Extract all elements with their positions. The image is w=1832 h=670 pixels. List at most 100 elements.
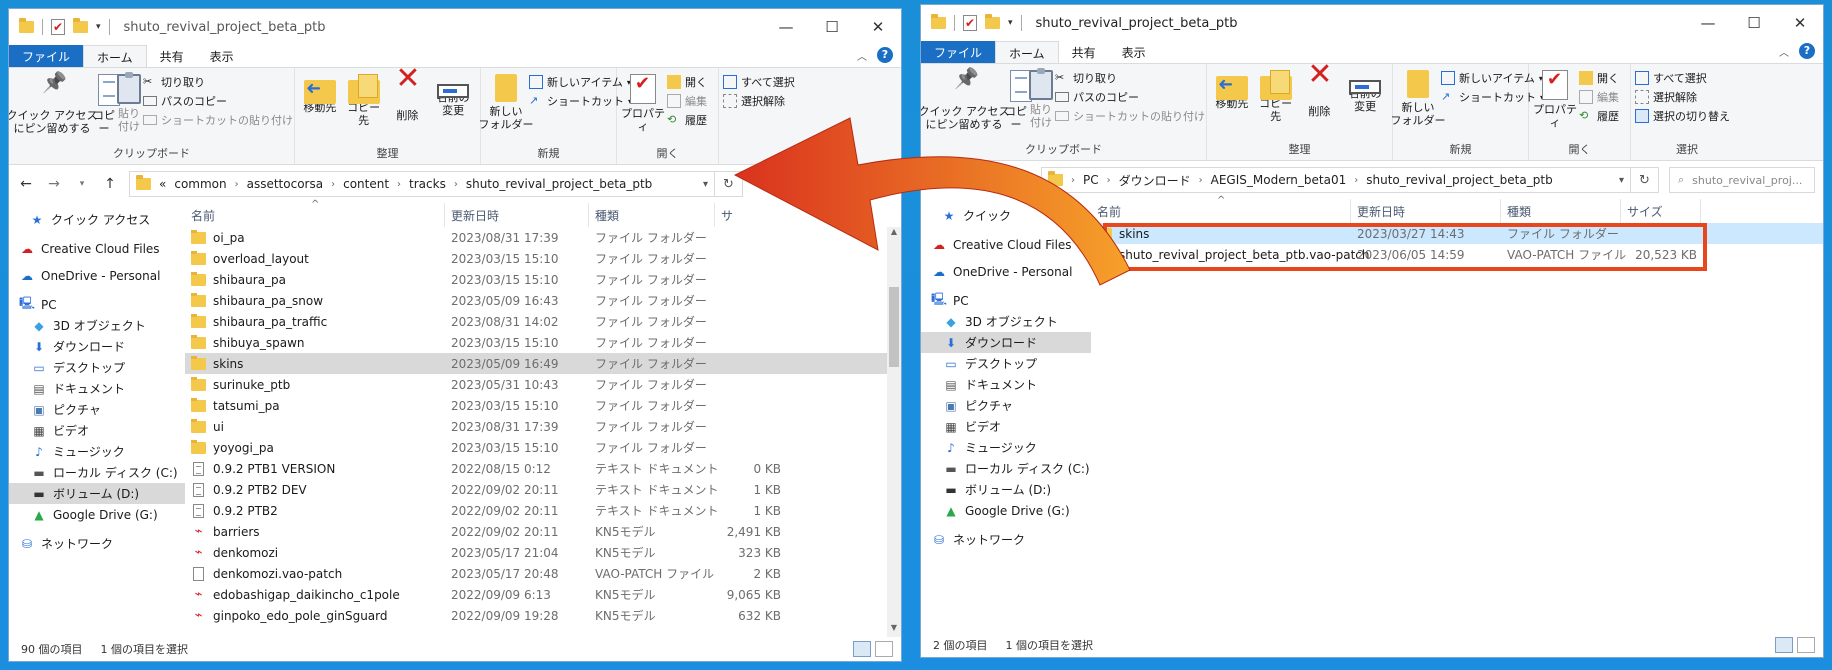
nav-item[interactable]: ⛁ ネットワーク	[9, 533, 185, 554]
details-view-icon[interactable]	[1775, 637, 1793, 653]
table-row[interactable]: ⌁ edobashigap_daikincho_c1pole 2022/09/09 …	[185, 584, 901, 605]
column-type[interactable]: 種類	[589, 203, 715, 227]
select-all-button[interactable]: すべて選択	[1635, 70, 1730, 86]
table-row[interactable]: surinuke_ptb 2023/05/31 10:43 ファイル フォルダー	[185, 374, 901, 395]
search-box[interactable]: ⌕ shuto_revival_proj...	[1669, 167, 1815, 193]
tab-home[interactable]: ホーム	[995, 41, 1059, 63]
breadcrumb-item[interactable]: shuto_revival_project_beta_ptb	[1366, 173, 1552, 187]
table-row[interactable]: ui 2023/08/31 17:39 ファイル フォルダー	[185, 416, 901, 437]
nav-item[interactable]: ☁ Creative Cloud Files	[9, 238, 185, 259]
breadcrumb-item[interactable]: shuto_revival_project_beta_ptb	[466, 177, 652, 191]
history-button[interactable]: ⟲ 履歴	[667, 112, 707, 128]
refresh-icon[interactable]: ↻	[1630, 168, 1658, 192]
address-bar[interactable]: › PC › ダウンロード › AEGIS_Modern_beta01 › sh…	[1041, 167, 1659, 193]
refresh-icon[interactable]: ↻	[714, 172, 742, 196]
close-icon[interactable]: ✕	[855, 9, 901, 45]
chevron-up-icon[interactable]: ︿	[1779, 44, 1789, 59]
nav-item[interactable]: ▬ ボリューム (D:)	[921, 479, 1091, 500]
scroll-thumb[interactable]	[889, 287, 899, 367]
tab-share[interactable]: 共有	[147, 45, 197, 67]
nav-item[interactable]: ♪ ミュージック	[921, 437, 1091, 458]
tab-view[interactable]: 表示	[197, 45, 247, 67]
large-icons-view-icon[interactable]	[875, 641, 893, 657]
copy-path-button[interactable]: パスのコピー	[1055, 89, 1205, 105]
breadcrumb-item[interactable]: content	[343, 177, 389, 191]
tab-home[interactable]: ホーム	[83, 45, 147, 67]
tab-file[interactable]: ファイル	[9, 45, 84, 67]
minimize-icon[interactable]: —	[763, 9, 809, 45]
nav-item[interactable]: ▬ ボリューム (D:)	[9, 483, 185, 504]
address-bar[interactable]: « common › assettocorsa › content › trac…	[129, 171, 743, 197]
back-icon[interactable]: ←	[17, 176, 35, 192]
nav-item[interactable]: ⬇ ダウンロード	[9, 336, 185, 357]
table-row[interactable]: shibuya_spawn 2023/03/15 15:10 ファイル フォルダー	[185, 332, 901, 353]
nav-item[interactable]: ⬇ ダウンロード	[921, 332, 1091, 353]
breadcrumb-item[interactable]: AEGIS_Modern_beta01	[1211, 173, 1347, 187]
table-row[interactable]: shibaura_pa 2023/03/15 15:10 ファイル フォルダー	[185, 269, 901, 290]
nav-item[interactable]: ☁ OneDrive - Personal	[921, 261, 1091, 282]
properties-quick-icon[interactable]: ✔	[963, 15, 977, 31]
chevron-right-icon[interactable]: ›	[1107, 175, 1111, 186]
maximize-icon[interactable]: ☐	[1731, 5, 1777, 41]
cut-button[interactable]: ✂ 切り取り	[1055, 70, 1205, 86]
properties-quick-icon[interactable]: ✔	[51, 19, 65, 35]
table-row[interactable]: ⌁ barriers 2022/09/02 20:11 KN5モデル 2,491 KB	[185, 521, 901, 542]
table-row[interactable]: denkomozi.vao-patch 2023/05/17 20:48 VAO-P…	[185, 563, 901, 584]
paste-shortcut-button[interactable]: ショートカットの貼り付け	[1055, 108, 1205, 124]
forward-icon[interactable]: →	[45, 176, 63, 192]
table-row[interactable]: yoyogi_pa 2023/03/15 15:10 ファイル フォルダー	[185, 437, 901, 458]
chevron-right-icon[interactable]: ›	[331, 179, 335, 190]
nav-item[interactable]: ▤ ドキュメント	[921, 374, 1091, 395]
table-row[interactable]: shibaura_pa_snow 2023/05/09 16:43 ファイル フォル…	[185, 290, 901, 311]
breadcrumb-item[interactable]: PC	[1083, 173, 1099, 187]
chevron-right-icon[interactable]: ›	[235, 179, 239, 190]
table-row[interactable]: oi_pa 2023/08/31 17:39 ファイル フォルダー	[185, 227, 901, 248]
cut-button[interactable]: ✂ 切り取り	[143, 74, 293, 90]
nav-item[interactable]: ▤ ドキュメント	[9, 378, 185, 399]
forward-icon[interactable]: →	[957, 172, 975, 188]
new-folder-quick-icon[interactable]	[73, 18, 88, 33]
nav-item[interactable]: ▬ ローカル ディスク (C:)	[921, 458, 1091, 479]
table-row[interactable]: tatsumi_pa 2023/03/15 15:10 ファイル フォルダー	[185, 395, 901, 416]
nav-item[interactable]: ⛁ ネットワーク	[921, 529, 1091, 550]
table-row[interactable]: shibaura_pa_traffic 2023/08/31 14:02 ファイル …	[185, 311, 901, 332]
column-size[interactable]: サイズ	[1621, 199, 1701, 223]
vertical-scrollbar[interactable]: ▲ ▼	[887, 227, 901, 637]
minimize-icon[interactable]: —	[1685, 5, 1731, 41]
table-row[interactable]: skins 2023/05/09 16:49 ファイル フォルダー	[185, 353, 901, 374]
up-icon[interactable]: ↑	[101, 176, 119, 192]
table-row[interactable]: 0.9.2 PTB2 2022/09/02 20:11 テキスト ドキュメント 1 K…	[185, 500, 901, 521]
chevron-right-icon[interactable]: ›	[1354, 175, 1358, 186]
chevron-right-icon[interactable]: ›	[454, 179, 458, 190]
close-icon[interactable]: ✕	[1777, 5, 1823, 41]
chevron-down-icon[interactable]: ▾	[1619, 175, 1624, 186]
nav-item[interactable]: ▭ デスクトップ	[921, 353, 1091, 374]
paste-shortcut-button[interactable]: ショートカットの貼り付け	[143, 112, 293, 128]
details-view-icon[interactable]	[853, 641, 871, 657]
breadcrumb-item[interactable]: tracks	[409, 177, 446, 191]
breadcrumb-item[interactable]: ダウンロード	[1119, 172, 1191, 189]
nav-item[interactable]: ▦ ビデオ	[9, 420, 185, 441]
open-button[interactable]: 開く	[1579, 70, 1619, 86]
tab-share[interactable]: 共有	[1059, 41, 1109, 63]
help-icon[interactable]: ?	[877, 47, 893, 63]
nav-item[interactable]: ▣ ピクチャ	[921, 395, 1091, 416]
breadcrumb-item[interactable]: assettocorsa	[247, 177, 323, 191]
chevron-down-icon[interactable]: ▾	[96, 22, 101, 32]
column-date[interactable]: 更新日時	[445, 203, 589, 227]
new-folder-quick-icon[interactable]	[985, 14, 1000, 29]
select-none-button[interactable]: 選択解除	[723, 93, 795, 109]
nav-item[interactable]: ☁ Creative Cloud Files	[921, 234, 1091, 255]
table-row[interactable]: ⌁ ginpoko_edo_pole_ginSguard 2022/09/09 19…	[185, 605, 901, 626]
copy-path-button[interactable]: パスのコピー	[143, 93, 293, 109]
nav-item[interactable]: ▲ Google Drive (G:)	[9, 504, 185, 525]
recent-chevron-icon[interactable]: ▾	[73, 179, 91, 189]
nav-item[interactable]: 🖳 PC	[9, 294, 185, 315]
nav-item[interactable]: ★ クイック アクセス	[9, 209, 185, 230]
up-icon[interactable]: ↑	[1013, 172, 1031, 188]
table-row[interactable]: overload_layout 2023/03/15 15:10 ファイル フォルダ…	[185, 248, 901, 269]
help-icon[interactable]: ?	[1799, 43, 1815, 59]
column-type[interactable]: 種類	[1501, 199, 1621, 223]
chevron-right-icon[interactable]: ›	[397, 179, 401, 190]
chevron-up-icon[interactable]: ︿	[857, 48, 867, 63]
